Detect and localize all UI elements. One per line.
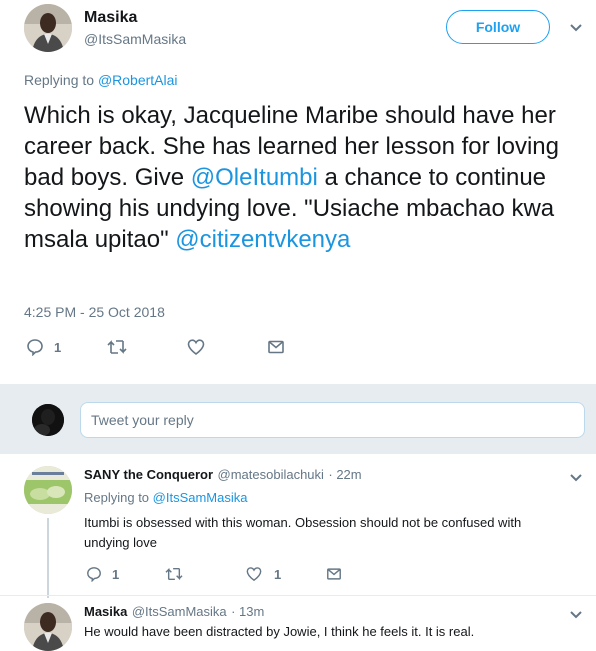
tweet-timestamp[interactable]: 4:25 PM - 25 Oct 2018 [24, 304, 165, 320]
reply-time[interactable]: · 22m [328, 467, 361, 482]
replying-to-prefix: Replying to [24, 72, 98, 88]
mention-oleitumbi[interactable]: @OleItumbi [191, 164, 318, 191]
retweet-icon[interactable] [106, 338, 128, 361]
like-icon[interactable] [246, 566, 262, 582]
reply-avatar[interactable] [24, 466, 72, 514]
reply2-author-handle[interactable]: @ItsSamMasika [132, 604, 227, 619]
reply-like-action[interactable]: 1 [246, 566, 281, 582]
retweet-icon[interactable] [164, 566, 184, 587]
reply-like-count: 1 [274, 566, 282, 582]
replying-to-link[interactable]: @RobertAlai [98, 72, 178, 88]
reply-author-handle[interactable]: @matesobilachuki [218, 467, 324, 482]
reply-header: SANY the Conqueror @matesobilachuki · 22… [84, 466, 362, 484]
replying-to-line: Replying to @RobertAlai [24, 72, 178, 88]
message-icon[interactable] [267, 338, 285, 361]
author-handle[interactable]: @ItsSamMasika [84, 31, 186, 47]
reply-icon[interactable] [26, 338, 44, 356]
reply-count: 1 [54, 339, 62, 355]
tweet-text: Which is okay, Jacqueline Maribe should … [24, 100, 594, 255]
reply-replying-to: Replying to @ItsSamMasika [84, 490, 247, 505]
follow-button[interactable]: Follow [446, 10, 550, 44]
chevron-down-icon[interactable] [569, 20, 583, 36]
reply-placeholder: Tweet your reply [91, 412, 194, 428]
reply-divider [0, 595, 596, 596]
reply-replying-prefix: Replying to [84, 490, 153, 505]
author-name[interactable]: Masika [84, 9, 137, 27]
chevron-down-icon[interactable] [569, 470, 583, 486]
reply2-text: He would have been distracted by Jowie, … [84, 624, 475, 639]
reply-replying-link[interactable]: @ItsSamMasika [153, 490, 248, 505]
user-avatar[interactable] [32, 404, 64, 436]
tweet-reply-input[interactable]: Tweet your reply [80, 402, 585, 438]
reply-author-name[interactable]: SANY the Conqueror [84, 467, 213, 482]
reply2-author-name[interactable]: Masika [84, 604, 127, 619]
like-icon[interactable] [187, 338, 205, 361]
reply2-avatar[interactable] [24, 603, 72, 651]
reply-reply-action[interactable]: 1 [86, 566, 119, 582]
reply-reply-count: 1 [112, 566, 120, 582]
reply2-time[interactable]: · 13m [231, 604, 264, 619]
reply-icon[interactable] [86, 566, 102, 582]
mention-citizentvkenya[interactable]: @citizentvkenya [175, 226, 350, 253]
reply-action[interactable]: 1 [26, 338, 61, 356]
message-icon[interactable] [326, 566, 342, 587]
author-avatar[interactable] [24, 4, 72, 52]
chevron-down-icon[interactable] [569, 607, 583, 623]
reply-text: Itumbi is obsessed with this woman. Obse… [84, 515, 522, 550]
reply2-header: Masika @ItsSamMasika · 13m [84, 603, 264, 621]
thread-connector [47, 518, 49, 598]
